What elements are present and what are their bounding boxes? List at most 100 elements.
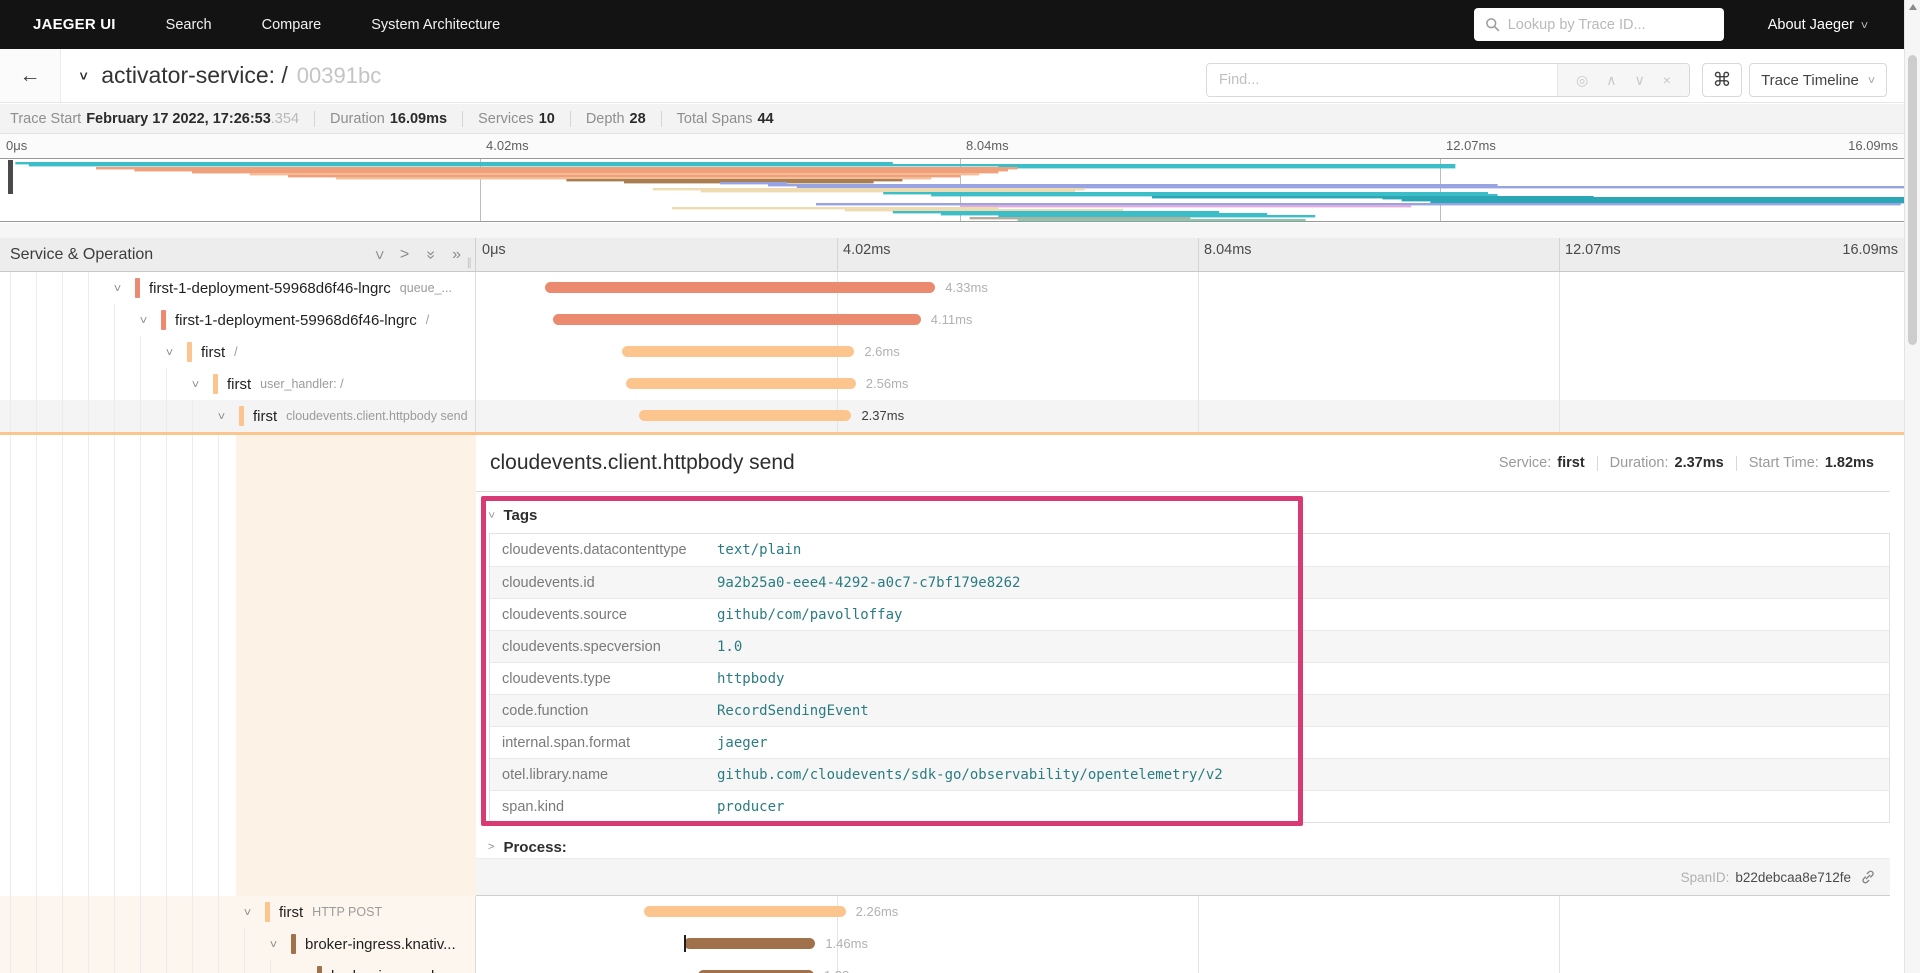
collapse-one-icon[interactable]: > (370, 250, 387, 259)
span-row-tree-cell[interactable]: > broker-ingress.knativ... (0, 928, 476, 960)
indent-guide (62, 896, 63, 928)
minimap-range-selector[interactable] (0, 158, 1920, 222)
divider (660, 110, 662, 127)
nav-item-compare[interactable]: Compare (262, 17, 322, 33)
trace-view-selector[interactable]: Trace Timeline > (1749, 63, 1887, 97)
find-input[interactable] (1207, 64, 1557, 96)
span-row[interactable]: > first user_handler: / 2.56ms (0, 368, 1920, 400)
span-row-tree-cell[interactable]: > first-1-deployment-59968d6f46-lngrc queu… (0, 272, 476, 304)
nav-item-system-architecture[interactable]: System Architecture (371, 17, 500, 33)
timeline-gridline (1559, 928, 1560, 960)
column-resize-grip[interactable]: ∥ (467, 256, 474, 269)
chevron-down-icon[interactable]: > (111, 284, 125, 291)
keyboard-shortcuts-button[interactable]: ⌘ (1702, 63, 1742, 97)
tag-row[interactable]: internal.span.format jaeger (490, 726, 1889, 758)
minimap-drag-handle[interactable] (8, 160, 13, 194)
jaeger-trace-page: JAEGER UI Search Compare System Architec… (0, 0, 1920, 973)
time-tick-label: 12.07ms (1565, 242, 1621, 258)
indent-guide (62, 304, 63, 336)
indent-guide (36, 272, 37, 304)
tag-value: github.com/cloudevents/sdk-go/observabil… (717, 766, 1223, 783)
span-row-tree-cell[interactable]: > first HTTP POST (0, 896, 476, 928)
span-row-timeline-cell[interactable]: 2.26ms (476, 896, 1920, 928)
tag-row[interactable]: cloudevents.source github/com/pavolloffay (490, 598, 1889, 630)
process-section-toggle[interactable]: > Process: (488, 837, 1890, 857)
indent-guide (140, 960, 141, 973)
timeline-gridline (1198, 368, 1199, 400)
span-row-tree-cell[interactable]: > first cloudevents.client.httpbody send (0, 400, 476, 432)
expand-all-icon[interactable]: » (452, 246, 461, 263)
indent-guide (140, 896, 141, 928)
span-row[interactable]: > first HTTP POST 2.26ms (0, 896, 1920, 928)
duration-value: 16.09ms (389, 110, 448, 127)
page-scrollbar[interactable] (1904, 0, 1920, 973)
trace-title-bar: ← > activator-service: / 00391bc ◎ ∧ ∨ ×… (0, 49, 1920, 103)
indent-guide (270, 960, 271, 973)
span-row[interactable]: > first-1-deployment-59968d6f46-lngrc queu… (0, 272, 1920, 304)
span-bar[interactable] (552, 314, 921, 325)
clear-search-icon[interactable]: × (1663, 72, 1671, 88)
tag-row[interactable]: cloudevents.type httpbody (490, 662, 1889, 694)
span-row-timeline-cell[interactable]: 2.56ms (476, 368, 1920, 400)
app-logo[interactable]: JAEGER UI (33, 16, 116, 33)
span-row-timeline-cell[interactable]: 1.46ms (476, 928, 1920, 960)
span-row[interactable]: > first-1-deployment-59968d6f46-lngrc / 4.1… (0, 304, 1920, 336)
timeline-axis-divider (1559, 238, 1560, 271)
expand-one-icon[interactable]: > (400, 246, 409, 263)
span-row-timeline-cell[interactable]: 4.33ms (476, 272, 1920, 304)
service-operation-header: Service & Operation > > » » ∥ (0, 238, 476, 271)
span-row-timeline-cell[interactable]: 1.28ms (476, 960, 1920, 973)
span-row[interactable]: >broker-ingress.kn... 1.28ms (0, 960, 1920, 973)
scrollbar-up-arrow[interactable] (1908, 4, 1917, 10)
chevron-down-icon[interactable]: > (267, 940, 281, 947)
about-jaeger-menu[interactable]: About Jaeger > (1768, 17, 1872, 33)
span-row[interactable]: > first cloudevents.client.httpbody send 2.… (0, 400, 1920, 432)
chevron-down-icon[interactable]: > (137, 316, 151, 323)
span-row-timeline-cell[interactable]: 2.6ms (476, 336, 1920, 368)
prev-result-icon[interactable]: ∧ (1606, 72, 1616, 89)
span-row[interactable]: > first / 2.6ms (0, 336, 1920, 368)
service-color-strip (187, 342, 192, 362)
chevron-right-icon: > (488, 841, 495, 853)
scrollbar-thumb[interactable] (1908, 55, 1917, 345)
back-button[interactable]: ← (0, 49, 61, 102)
service-color-strip (161, 310, 166, 330)
span-row-timeline-cell[interactable]: 2.37ms (476, 400, 1920, 432)
span-bar[interactable] (545, 282, 936, 293)
span-row-timeline-cell[interactable]: 4.11ms (476, 304, 1920, 336)
duration-meta-label: Duration: (1609, 455, 1669, 471)
tag-row[interactable]: span.kind producer (490, 790, 1889, 822)
tag-row[interactable]: code.function RecordSendingEvent (490, 694, 1889, 726)
span-row[interactable]: > broker-ingress.knativ... 1.46ms (0, 928, 1920, 960)
chevron-down-icon[interactable]: > (241, 908, 255, 915)
span-row-tree-cell[interactable]: > first user_handler: / (0, 368, 476, 400)
span-bar[interactable] (643, 906, 846, 917)
tag-key: span.kind (502, 798, 565, 815)
time-tick-label: 0μs (6, 138, 28, 153)
indent-guide (88, 336, 89, 368)
match-scope-icon[interactable]: ◎ (1576, 72, 1588, 89)
collapse-trace-chevron-icon[interactable]: > (76, 71, 92, 79)
next-result-icon[interactable]: ∨ (1635, 72, 1645, 89)
span-duration-label: 1.28ms (814, 968, 867, 973)
tag-row[interactable]: cloudevents.specversion 1.0 (490, 630, 1889, 662)
trace-start-fraction: .354 (270, 110, 300, 127)
span-bar[interactable] (626, 378, 856, 389)
trace-id-lookup-input[interactable]: Lookup by Trace ID... (1473, 8, 1724, 41)
collapse-all-icon[interactable]: » (423, 250, 440, 259)
tag-row[interactable]: otel.library.name github.com/cloudevents/… (490, 758, 1889, 790)
link-icon[interactable] (1860, 869, 1876, 885)
span-row-tree-cell[interactable]: > first / (0, 336, 476, 368)
tags-section-toggle[interactable]: > Tags (485, 505, 1890, 525)
nav-item-search[interactable]: Search (166, 17, 212, 33)
span-row-tree-cell[interactable]: > first-1-deployment-59968d6f46-lngrc / (0, 304, 476, 336)
span-bar[interactable] (683, 938, 816, 949)
span-bar[interactable] (639, 410, 852, 421)
tag-row[interactable]: cloudevents.datacontenttype text/plain (490, 534, 1889, 566)
chevron-down-icon[interactable]: > (163, 348, 177, 355)
chevron-down-icon[interactable]: > (189, 380, 203, 387)
chevron-down-icon[interactable]: > (215, 412, 229, 419)
tag-row[interactable]: cloudevents.id 9a2b25a0-eee4-4292-a0c7-c7… (490, 566, 1889, 598)
span-bar[interactable] (621, 346, 855, 357)
span-row-tree-cell[interactable]: >broker-ingress.kn... (0, 960, 476, 973)
